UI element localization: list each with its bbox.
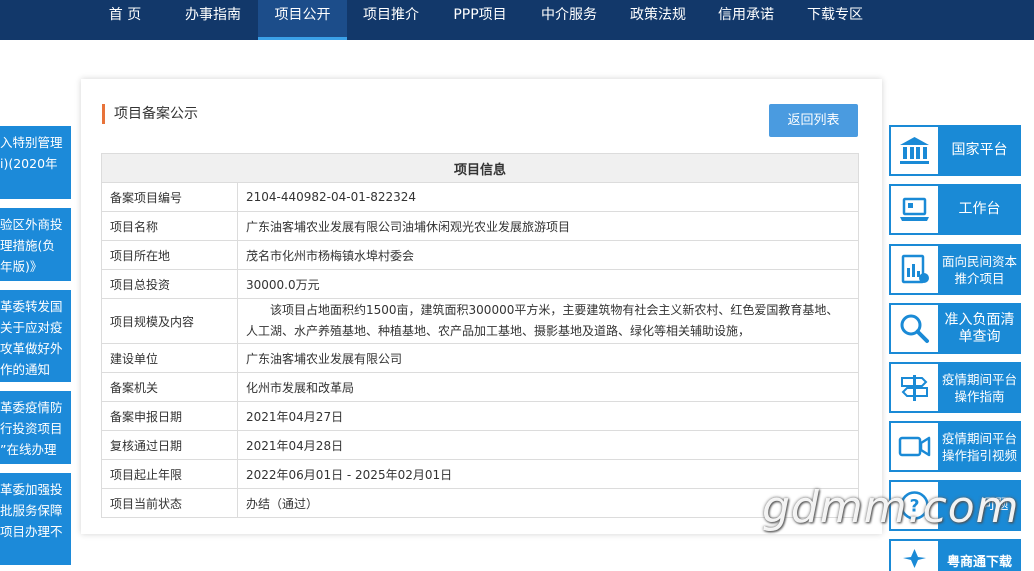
button-label: 准入负面清单查询 bbox=[944, 311, 1015, 345]
table-row: 建设单位 广东油客埔农业发展有限公司 bbox=[101, 343, 859, 373]
row-label: 备案机关 bbox=[101, 372, 238, 402]
left-card-2[interactable]: 验区外商投 理措施(负 年版)》 bbox=[0, 208, 71, 281]
left-card-text: 作的通知 bbox=[0, 362, 51, 377]
row-value: 2104-440982-04-01-822324 bbox=[237, 182, 859, 212]
left-card-1[interactable]: 入特别管理 i)(2020年 bbox=[0, 126, 71, 199]
left-card-text: 批服务保障 bbox=[0, 503, 63, 518]
row-value: 2021年04月28日 bbox=[237, 430, 859, 460]
video-camera-icon bbox=[898, 436, 931, 457]
project-info-table: 项目信息 备案项目编号 2104-440982-04-01-822324 项目名… bbox=[101, 153, 859, 518]
laptop-icon bbox=[900, 197, 929, 221]
watermark-text: gdmm.com bbox=[762, 482, 1020, 533]
left-card-text: 理措施(负 bbox=[0, 238, 55, 253]
left-card-text: 项目办理不 bbox=[0, 524, 63, 539]
nav-home[interactable]: 首 页 bbox=[94, 0, 156, 40]
row-label: 备案申报日期 bbox=[101, 401, 238, 431]
private-capital-projects-button[interactable]: 面向民间资本推介项目 bbox=[889, 244, 1021, 295]
row-label: 项目规模及内容 bbox=[101, 298, 238, 344]
row-value: 化州市发展和改革局 bbox=[237, 372, 859, 402]
table-row: 项目总投资 30000.0万元 bbox=[101, 269, 859, 299]
top-navigation: 首 页 办事指南 项目公开 项目推介 PPP项目 中介服务 政策法规 信用承诺 … bbox=[0, 0, 1034, 40]
row-label: 备案项目编号 bbox=[101, 182, 238, 212]
row-label: 项目起止年限 bbox=[101, 459, 238, 489]
left-card-3[interactable]: 革委转发国 关于应对疫 攻革做好外 作的通知 bbox=[0, 290, 71, 382]
national-platform-button[interactable]: 国家平台 bbox=[889, 125, 1021, 176]
left-card-text: 行投资项目 bbox=[0, 421, 63, 436]
project-record-panel: 项目备案公示 返回列表 项目信息 备案项目编号 2104-440982-04-0… bbox=[81, 79, 882, 534]
row-label: 项目名称 bbox=[101, 211, 238, 241]
left-card-text: 入特别管理 bbox=[0, 135, 63, 150]
button-label: 工作台 bbox=[958, 201, 1001, 217]
nav-project-promotion[interactable]: 项目推介 bbox=[350, 0, 432, 40]
icon-box bbox=[891, 246, 938, 293]
button-label: 疫情期间平台操作指南 bbox=[941, 371, 1017, 404]
left-card-4[interactable]: 革委疫情防 行投资项目 ”在线办理 bbox=[0, 391, 71, 464]
table-row: 备案机关 化州市发展和改革局 bbox=[101, 372, 859, 402]
row-value: 广东油客埔农业发展有限公司油埔休闲观光农业发展旅游项目 bbox=[237, 211, 859, 241]
left-card-text: 革委疫情防 bbox=[0, 400, 63, 415]
nav-download[interactable]: 下载专区 bbox=[794, 0, 876, 40]
epidemic-guide-button[interactable]: 疫情期间平台操作指南 bbox=[889, 362, 1021, 413]
left-card-text: ”在线办理 bbox=[0, 442, 57, 457]
table-header-row: 项目信息 bbox=[101, 153, 859, 183]
table-row: 项目起止年限 2022年06月01日 - 2025年02月01日 bbox=[101, 459, 859, 489]
icon-box bbox=[891, 305, 938, 352]
back-to-list-button[interactable]: 返回列表 bbox=[769, 104, 858, 137]
table-header: 项目信息 bbox=[101, 153, 859, 183]
left-card-text: i)(2020年 bbox=[0, 156, 58, 171]
left-card-text: 革委加强投 bbox=[0, 482, 63, 497]
row-label: 项目当前状态 bbox=[101, 488, 238, 518]
nav-policy[interactable]: 政策法规 bbox=[617, 0, 699, 40]
document-chart-icon bbox=[901, 254, 929, 284]
row-value: 30000.0万元 bbox=[237, 269, 859, 299]
row-value: 茂名市化州市杨梅镇水埠村委会 bbox=[237, 240, 859, 270]
icon-box bbox=[891, 364, 938, 411]
icon-box bbox=[891, 541, 938, 571]
epidemic-video-guide-button[interactable]: 疫情期间平台操作指引视频 bbox=[889, 421, 1021, 472]
row-label: 复核通过日期 bbox=[101, 430, 238, 460]
button-label: 国家平台 bbox=[951, 142, 1008, 158]
icon-box bbox=[891, 423, 938, 470]
signpost-icon bbox=[901, 375, 928, 401]
row-value: 该项目占地面积约1500亩，建筑面积300000平方米，主要建筑物有社会主义新农… bbox=[237, 298, 859, 344]
nav-credit[interactable]: 信用承诺 bbox=[705, 0, 787, 40]
table-row: 项目所在地 茂名市化州市杨梅镇水埠村委会 bbox=[101, 240, 859, 270]
button-label: 粤商通下载 bbox=[946, 555, 1012, 570]
left-card-text: 年版)》 bbox=[0, 259, 43, 274]
nav-guide[interactable]: 办事指南 bbox=[172, 0, 254, 40]
left-card-text: 攻革做好外 bbox=[0, 341, 63, 356]
table-row: 备案申报日期 2021年04月27日 bbox=[101, 401, 859, 431]
button-label: 疫情期间平台操作指引视频 bbox=[941, 430, 1017, 463]
nav-project-public[interactable]: 项目公开 bbox=[258, 0, 347, 40]
nav-ppp[interactable]: PPP项目 bbox=[440, 0, 520, 40]
table-row: 复核通过日期 2021年04月28日 bbox=[101, 430, 859, 460]
row-label: 项目总投资 bbox=[101, 269, 238, 299]
table-row: 项目当前状态 办结（通过） bbox=[101, 488, 859, 518]
table-row: 备案项目编号 2104-440982-04-01-822324 bbox=[101, 182, 859, 212]
left-card-text: 验区外商投 bbox=[0, 217, 63, 232]
bank-icon bbox=[900, 137, 929, 164]
negative-list-query-button[interactable]: 准入负面清单查询 bbox=[889, 303, 1021, 354]
button-label: 面向民间资本推介项目 bbox=[941, 253, 1017, 286]
row-label: 项目所在地 bbox=[101, 240, 238, 270]
nav-intermediary[interactable]: 中介服务 bbox=[528, 0, 610, 40]
panel-title: 项目备案公示 bbox=[102, 104, 198, 124]
icon-box bbox=[891, 127, 938, 174]
search-icon bbox=[900, 314, 929, 343]
left-card-text: 革委转发国 bbox=[0, 299, 63, 314]
row-value: 2021年04月27日 bbox=[237, 401, 859, 431]
row-value: 广东油客埔农业发展有限公司 bbox=[237, 343, 859, 373]
icon-box bbox=[891, 186, 938, 233]
table-row: 项目规模及内容 该项目占地面积约1500亩，建筑面积300000平方米，主要建筑… bbox=[101, 298, 859, 344]
scale-content-text: 该项目占地面积约1500亩，建筑面积300000平方米，主要建筑物有社会主义新农… bbox=[246, 303, 839, 338]
table-row: 项目名称 广东油客埔农业发展有限公司油埔休闲观光农业发展旅游项目 bbox=[101, 211, 859, 241]
workbench-button[interactable]: 工作台 bbox=[889, 184, 1021, 235]
left-card-text: 关于应对疫 bbox=[0, 320, 63, 335]
left-card-5[interactable]: 革委加强投 批服务保障 项目办理不 bbox=[0, 473, 71, 565]
app-icon bbox=[903, 549, 926, 568]
row-label: 建设单位 bbox=[101, 343, 238, 373]
yueshangtong-download-button[interactable]: 粤商通下载 bbox=[889, 539, 1021, 571]
